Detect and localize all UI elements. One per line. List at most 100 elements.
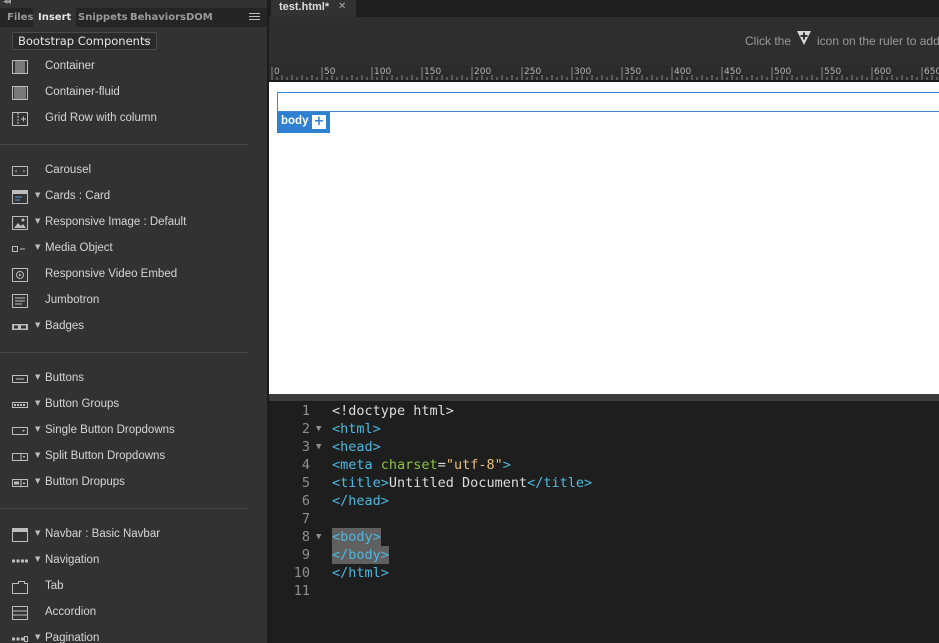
code-token: Untitled Document (388, 475, 528, 491)
split-dropdown-icon (12, 453, 28, 461)
code-line[interactable]: 4 <meta charset="utf-8"> (269, 456, 939, 474)
insert-single-dropdown[interactable]: ▼ Single Button Dropdowns (0, 420, 267, 442)
element-badge[interactable]: body + (277, 112, 330, 133)
ruler[interactable]: 0 50 100 150 200 250 300 350 400 450 500 550 600 650 (269, 65, 939, 81)
line-number: 11 (293, 583, 310, 599)
code-token: <head> (332, 439, 381, 455)
code-line[interactable]: 1 <!doctype html> (269, 402, 939, 420)
line-number: 8 (301, 529, 310, 545)
insert-button-groups[interactable]: ▼ Button Groups (0, 394, 267, 416)
expand-arrow-icon[interactable]: ▼ (35, 633, 40, 641)
body-element-outline[interactable] (277, 92, 939, 112)
insert-video-embed[interactable]: Responsive Video Embed (0, 264, 267, 286)
separator (0, 508, 248, 509)
item-label: Responsive Video Embed (45, 268, 178, 280)
code-line[interactable]: 10 </html> (269, 564, 939, 582)
code-line[interactable]: 3 ▼ <head> (269, 438, 939, 456)
code-line[interactable]: 7 (269, 510, 939, 528)
insert-accordion[interactable]: Accordion (0, 602, 267, 624)
code-text: <title>Untitled Document</title> (332, 474, 592, 492)
panel-menu-icon[interactable] (249, 13, 260, 22)
expand-arrow-icon[interactable]: ▼ (35, 191, 40, 199)
ruler-label: 50 (324, 67, 336, 77)
ruler-label: 150 (424, 67, 441, 77)
category-dropdown[interactable]: Bootstrap Components ⌵ (12, 32, 157, 50)
expand-arrow-icon[interactable]: ▼ (35, 477, 40, 485)
fold-toggle-icon[interactable]: ▼ (316, 438, 321, 456)
code-token: "utf-8" (445, 457, 503, 473)
insert-card[interactable]: ▼ Cards : Card (0, 186, 267, 208)
insert-panel: ◂◂ Files Insert Snippets Behaviors DOM B… (0, 0, 267, 643)
expand-arrow-icon[interactable]: ▼ (35, 243, 40, 251)
insert-tab[interactable]: Tab (0, 576, 267, 598)
code-line[interactable]: 11 (269, 582, 939, 600)
navigation-icon (12, 559, 28, 563)
video-icon (12, 268, 28, 282)
view-splitter[interactable] (269, 394, 939, 401)
line-number: 5 (301, 475, 310, 491)
live-view[interactable]: body + (269, 82, 939, 394)
item-label: Navbar : Basic Navbar (45, 528, 161, 540)
element-badge-label: body (281, 115, 309, 127)
insert-pagination[interactable]: ▼ Pagination (0, 628, 267, 643)
code-line[interactable]: 6 </head> (269, 492, 939, 510)
insert-split-dropdown[interactable]: ▼ Split Button Dropdowns (0, 446, 267, 468)
accordion-icon (12, 606, 28, 620)
expand-arrow-icon[interactable]: ▼ (35, 425, 40, 433)
document-tab-bar: test.html* ✕ (269, 0, 939, 17)
insert-buttons[interactable]: ▼ Buttons (0, 368, 267, 390)
code-line[interactable]: 9 </body> (269, 546, 939, 564)
hint-text-after: icon on the ruler to add (817, 34, 939, 48)
item-label: Grid Row with column (45, 112, 157, 124)
insert-container[interactable]: Container (0, 56, 267, 78)
code-line[interactable]: 2 ▼ <html> (269, 420, 939, 438)
insert-navbar[interactable]: ▼ Navbar : Basic Navbar (0, 524, 267, 546)
insert-button-dropups[interactable]: ▼ Button Dropups (0, 472, 267, 494)
ruler-label: 650 (924, 67, 939, 77)
code-line[interactable]: 8 ▼ <body> (269, 528, 939, 546)
fold-toggle-icon[interactable]: ▼ (316, 420, 321, 438)
code-token: charset (380, 457, 438, 473)
code-view[interactable]: 1 <!doctype html> 2 ▼ <html> 3 ▼ <head> 4 <meta c… (269, 401, 939, 643)
insert-media-object[interactable]: ▼ Media Object (0, 238, 267, 260)
item-label: Accordion (45, 606, 97, 618)
container-fluid-icon (12, 86, 28, 100)
insert-jumbotron[interactable]: Jumbotron (0, 290, 267, 312)
ruler-label: 600 (874, 67, 891, 77)
line-number: 10 (293, 565, 310, 581)
code-line[interactable]: 5 <title>Untitled Document</title> (269, 474, 939, 492)
item-label: Cards : Card (45, 190, 111, 202)
tab-insert[interactable]: Insert (33, 8, 77, 27)
insert-container-fluid[interactable]: Container-fluid (0, 82, 267, 104)
expand-arrow-icon[interactable]: ▼ (35, 399, 40, 407)
add-media-query-icon (797, 31, 811, 45)
item-label: Tab (45, 580, 64, 592)
expand-arrow-icon[interactable]: ▼ (35, 555, 40, 563)
code-text: </head> (332, 492, 389, 510)
tab-dom[interactable]: DOM (181, 8, 218, 27)
expand-arrow-icon[interactable]: ▼ (35, 217, 40, 225)
insert-carousel[interactable]: Carousel (0, 160, 267, 182)
expand-arrow-icon[interactable]: ▼ (35, 529, 40, 537)
insert-navigation[interactable]: ▼ Navigation (0, 550, 267, 572)
code-token: <html> (332, 421, 381, 437)
document-tab[interactable]: test.html* ✕ (271, 0, 356, 17)
insert-badges[interactable]: ▼ Badges (0, 316, 267, 338)
fold-toggle-icon[interactable]: ▼ (316, 528, 321, 546)
code-text: <meta charset="utf-8"> (332, 456, 511, 474)
tab-snippets[interactable]: Snippets (73, 8, 133, 27)
expand-arrow-icon[interactable]: ▼ (35, 373, 40, 381)
line-number: 3 (301, 439, 310, 455)
ruler-label: 100 (374, 67, 391, 77)
insert-grid-row[interactable]: Grid Row with column (0, 108, 267, 130)
code-text: <html> (332, 420, 381, 438)
chevron-down-icon: ⌵ (143, 35, 151, 46)
expand-arrow-icon[interactable]: ▼ (35, 321, 40, 329)
close-icon[interactable]: ✕ (338, 1, 346, 12)
button-group-icon (12, 402, 28, 408)
collapse-panel-icon[interactable]: ◂◂ (3, 0, 11, 7)
item-label: Button Groups (45, 398, 120, 410)
expand-arrow-icon[interactable]: ▼ (35, 451, 40, 459)
insert-responsive-image[interactable]: ▼ Responsive Image : Default (0, 212, 267, 234)
add-element-button[interactable]: + (312, 115, 326, 129)
